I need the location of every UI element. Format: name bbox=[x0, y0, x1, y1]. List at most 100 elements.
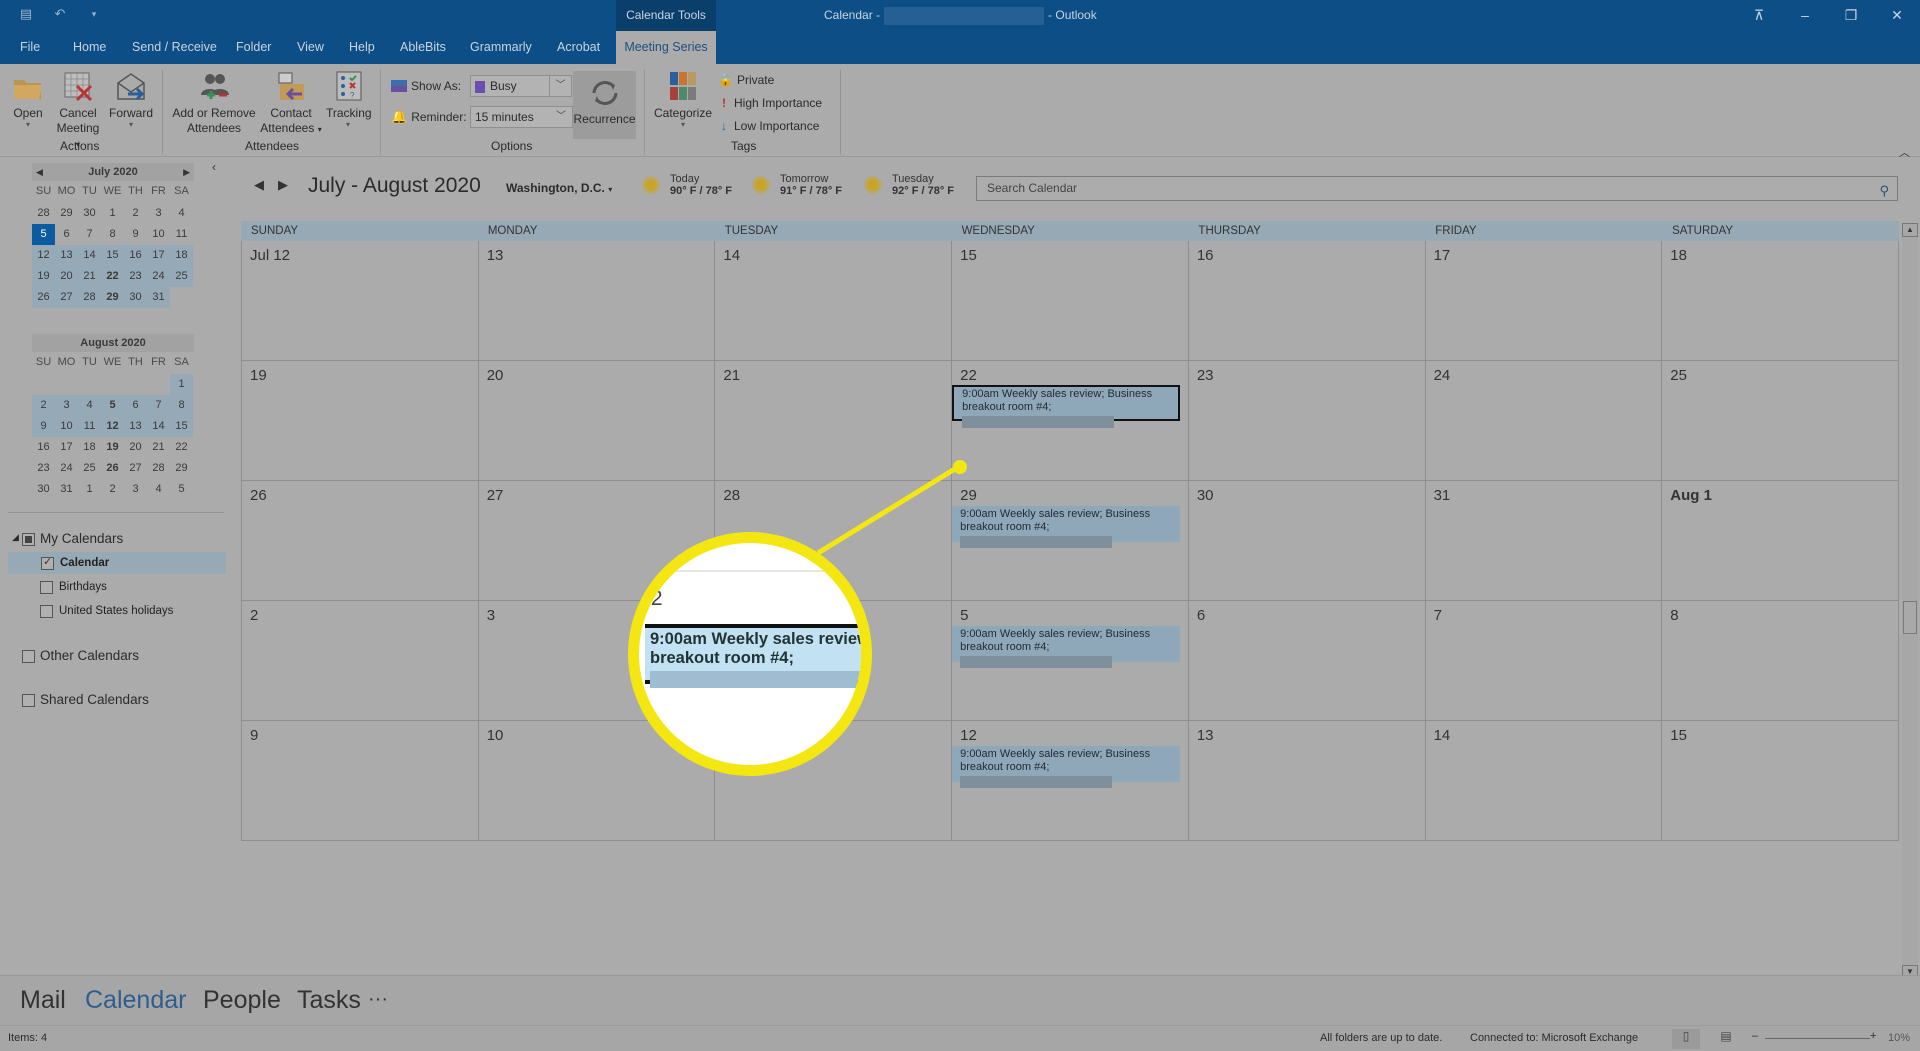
mini-day[interactable]: 29 bbox=[101, 287, 124, 308]
day-cell[interactable]: 5 9:00am Weekly sales review; Business bre… bbox=[952, 601, 1189, 720]
mini-day[interactable]: 17 bbox=[147, 245, 170, 266]
reading-view-icon[interactable]: ▤ bbox=[1712, 1029, 1740, 1049]
mini-day[interactable]: 12 bbox=[32, 245, 55, 266]
mini-day[interactable]: 21 bbox=[147, 437, 170, 458]
day-cell[interactable]: 18 bbox=[1662, 241, 1899, 360]
calendar-event[interactable]: 9:00am Weekly sales review; Business brea… bbox=[952, 506, 1180, 548]
mini-day[interactable]: 1 bbox=[101, 203, 124, 224]
day-cell[interactable]: 15 bbox=[1662, 721, 1899, 840]
mini-day[interactable]: 19 bbox=[101, 437, 124, 458]
normal-view-icon[interactable]: ▯ bbox=[1672, 1029, 1700, 1049]
mini-day[interactable]: 18 bbox=[78, 437, 101, 458]
high-importance-button[interactable]: ! High Importance bbox=[718, 92, 822, 114]
mini-day[interactable]: 6 bbox=[124, 395, 147, 416]
mini-day[interactable]: 7 bbox=[147, 395, 170, 416]
previous-range-icon[interactable]: ◀ bbox=[254, 177, 264, 193]
day-cell[interactable]: 20 bbox=[479, 361, 716, 480]
mini-day[interactable]: 13 bbox=[55, 245, 78, 266]
mini-day[interactable]: 13 bbox=[124, 416, 147, 437]
mini-day[interactable]: 8 bbox=[101, 224, 124, 245]
tab-meeting-series[interactable]: Meeting Series bbox=[616, 31, 716, 64]
mini-day[interactable]: 11 bbox=[170, 224, 193, 245]
mini-day[interactable]: 16 bbox=[32, 437, 55, 458]
add-remove-attendees-button[interactable]: Add or Remove Attendees bbox=[172, 70, 256, 136]
recurrence-button[interactable]: Recurrence bbox=[573, 71, 636, 139]
calendar-item-us-holidays[interactable]: United States holidays bbox=[40, 600, 173, 622]
day-cell[interactable]: 14 bbox=[715, 241, 953, 360]
day-cell[interactable]: 12 9:00am Weekly sales review; Business br… bbox=[952, 721, 1189, 840]
mini-day[interactable]: 5 bbox=[170, 479, 193, 500]
mini-day[interactable]: 3 bbox=[147, 203, 170, 224]
search-icon[interactable]: ⚲ bbox=[1879, 179, 1889, 202]
tab-view[interactable]: View bbox=[297, 31, 324, 64]
calendar-checkbox[interactable] bbox=[41, 555, 54, 570]
nav-mail[interactable]: Mail bbox=[20, 986, 66, 1015]
undo-icon[interactable]: ↶ bbox=[52, 6, 68, 22]
mini-day[interactable]: 6 bbox=[55, 224, 78, 245]
forward-button[interactable]: Forward ▾ bbox=[108, 70, 154, 129]
mini-day[interactable]: 22 bbox=[170, 437, 193, 458]
outlook-icon[interactable]: ▤ bbox=[18, 6, 34, 22]
mini-day[interactable]: 28 bbox=[147, 458, 170, 479]
mini-day[interactable]: 9 bbox=[124, 224, 147, 245]
mini-day[interactable]: 30 bbox=[124, 287, 147, 308]
day-cell[interactable]: Jul 12 bbox=[242, 241, 479, 360]
calendar-event[interactable]: 9:00am Weekly sales review; Business brea… bbox=[952, 626, 1180, 668]
mini-day[interactable]: 9 bbox=[32, 416, 55, 437]
mini-day[interactable]: 1 bbox=[170, 374, 193, 395]
mini-day[interactable]: 28 bbox=[32, 203, 55, 224]
mini-day[interactable]: 10 bbox=[55, 416, 78, 437]
mini-day[interactable]: 24 bbox=[55, 458, 78, 479]
tab-ablebits[interactable]: AbleBits bbox=[400, 31, 446, 64]
low-importance-button[interactable]: ↓ Low Importance bbox=[718, 115, 819, 137]
mini-day[interactable]: 16 bbox=[124, 245, 147, 266]
calendar-event[interactable]: 9:00am Weekly sales review; Business brea… bbox=[952, 385, 1180, 428]
chevron-down-icon[interactable]: ﹀ bbox=[549, 76, 571, 96]
day-cell[interactable]: 8 bbox=[1662, 601, 1899, 720]
mini-day[interactable]: 30 bbox=[78, 203, 101, 224]
chevron-down-icon[interactable]: ﹀ bbox=[550, 107, 572, 127]
day-cell[interactable]: 24 bbox=[1426, 361, 1663, 480]
day-cell[interactable]: 26 bbox=[242, 481, 479, 600]
day-cell[interactable]: Aug 1 bbox=[1662, 481, 1899, 600]
show-as-dropdown[interactable]: Busy ﹀ bbox=[470, 75, 572, 97]
day-cell[interactable]: 16 bbox=[1189, 241, 1426, 360]
mini-day[interactable]: 25 bbox=[78, 458, 101, 479]
mini-day[interactable]: 19 bbox=[32, 266, 55, 287]
customize-qat-icon[interactable]: ▾ bbox=[86, 6, 102, 22]
mini-day[interactable]: 2 bbox=[124, 203, 147, 224]
day-cell[interactable]: 21 bbox=[715, 361, 953, 480]
mini-day[interactable]: 2 bbox=[101, 479, 124, 500]
day-cell[interactable]: 9 bbox=[242, 721, 479, 840]
tab-folder[interactable]: Folder bbox=[236, 31, 271, 64]
mini-day[interactable]: 14 bbox=[147, 416, 170, 437]
calendar-item-calendar[interactable]: Calendar bbox=[8, 552, 226, 574]
next-range-icon[interactable]: ▶ bbox=[278, 177, 288, 193]
tab-file[interactable]: File bbox=[20, 31, 40, 64]
mini-day[interactable]: 28 bbox=[78, 287, 101, 308]
zoom-slider[interactable] bbox=[1765, 1038, 1870, 1039]
mini-day[interactable]: 29 bbox=[170, 458, 193, 479]
day-cell[interactable]: 15 bbox=[952, 241, 1189, 360]
day-cell[interactable]: 7 bbox=[1426, 601, 1663, 720]
nav-calendar[interactable]: Calendar bbox=[85, 986, 186, 1015]
previous-month-icon[interactable]: ◀ bbox=[36, 163, 43, 181]
day-cell[interactable]: 30 bbox=[1189, 481, 1426, 600]
day-cell[interactable]: 29 9:00am Weekly sales review; Business br… bbox=[952, 481, 1189, 600]
mini-day[interactable]: 1 bbox=[78, 479, 101, 500]
birthdays-checkbox[interactable] bbox=[40, 580, 53, 594]
collapse-folder-pane-icon[interactable]: ‹ bbox=[212, 160, 216, 174]
scroll-thumb[interactable] bbox=[1903, 601, 1917, 634]
tab-send-receive[interactable]: Send / Receive bbox=[132, 31, 217, 64]
reminder-dropdown[interactable]: 15 minutes ﹀ bbox=[470, 106, 573, 128]
mini-day[interactable]: 5 bbox=[32, 224, 55, 245]
mini-day[interactable]: 31 bbox=[55, 479, 78, 500]
close-icon[interactable]: ✕ bbox=[1874, 0, 1920, 31]
day-cell[interactable]: 2 bbox=[242, 601, 479, 720]
mini-day[interactable]: 15 bbox=[170, 416, 193, 437]
next-month-icon[interactable]: ▶ bbox=[183, 163, 190, 181]
more-apps-icon[interactable]: ··· bbox=[368, 988, 388, 1011]
mini-day[interactable]: 20 bbox=[124, 437, 147, 458]
ribbon-display-options-icon[interactable]: ⊼ bbox=[1736, 0, 1782, 31]
expand-triangle-icon[interactable]: ◢ bbox=[12, 532, 19, 543]
